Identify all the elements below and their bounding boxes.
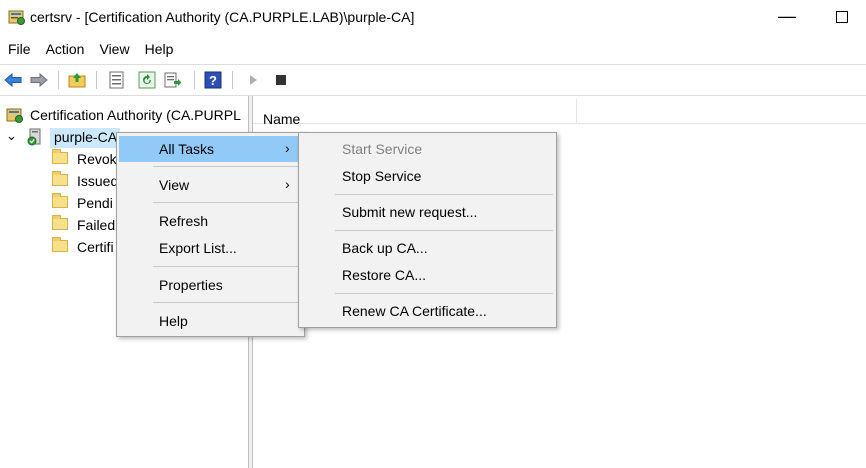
svg-text:?: ? — [209, 73, 217, 88]
tree-root-label: Certification Authority (CA.PURPL — [30, 107, 241, 123]
menu-item-properties[interactable]: Properties — [119, 272, 302, 298]
help-icon[interactable]: ? — [204, 71, 222, 89]
menu-item-start-service[interactable]: Start Service — [301, 136, 554, 162]
menu-item-stop-service[interactable]: Stop Service — [301, 163, 554, 189]
menu-file[interactable]: File — [0, 38, 38, 62]
menu-bar: File Action View Help — [0, 38, 866, 62]
up-folder-icon[interactable] — [68, 71, 86, 89]
refresh-icon[interactable] — [138, 71, 156, 89]
folder-icon — [52, 149, 68, 164]
menu-item-restore-ca[interactable]: Restore CA... — [301, 262, 554, 288]
certsrv-app-icon — [8, 8, 26, 26]
chevron-right-icon: › — [285, 140, 290, 156]
menu-help[interactable]: Help — [137, 38, 181, 62]
chevron-right-icon: › — [285, 176, 290, 192]
tree-item-root[interactable]: Certification Authority (CA.PURPL — [6, 104, 248, 126]
back-arrow-icon[interactable] — [4, 71, 22, 89]
start-service-icon[interactable] — [244, 71, 262, 89]
minimize-button[interactable]: — — [772, 4, 802, 30]
toolbar: ? — [0, 64, 866, 96]
menu-item-help[interactable]: Help — [119, 308, 302, 334]
folder-icon — [52, 171, 68, 186]
chevron-down-icon[interactable]: ⌄ — [6, 128, 17, 144]
forward-arrow-icon[interactable] — [30, 71, 48, 89]
menu-item-view[interactable]: View › — [119, 172, 302, 198]
context-menu: All Tasks › View › Refresh Export List..… — [116, 132, 305, 337]
column-divider[interactable] — [576, 99, 577, 123]
menu-item-back-up-ca[interactable]: Back up CA... — [301, 235, 554, 261]
folder-icon — [52, 193, 68, 208]
column-header-name[interactable]: Name — [263, 111, 300, 127]
ca-server-icon — [26, 128, 44, 146]
menu-view[interactable]: View — [91, 38, 136, 62]
tree-ca-label: purple-CA — [54, 129, 118, 145]
menu-item-submit-new-request[interactable]: Submit new request... — [301, 199, 554, 225]
title-bar: certsrv - [Certification Authority (CA.P… — [0, 0, 866, 36]
column-header-row: Name — [253, 99, 866, 127]
maximize-button[interactable] — [827, 4, 857, 30]
folder-icon — [52, 237, 68, 252]
menu-item-refresh[interactable]: Refresh — [119, 208, 302, 234]
all-tasks-submenu: Start Service Stop Service Submit new re… — [298, 132, 557, 328]
menu-item-renew-ca-certificate[interactable]: Renew CA Certificate... — [301, 298, 554, 324]
export-list-icon[interactable] — [164, 71, 182, 89]
stop-service-icon[interactable] — [272, 71, 290, 89]
certification-authority-icon — [6, 106, 24, 124]
menu-action[interactable]: Action — [38, 38, 92, 62]
menu-item-all-tasks[interactable]: All Tasks › — [119, 136, 302, 162]
window-title: certsrv - [Certification Authority (CA.P… — [30, 9, 415, 25]
menu-item-export-list[interactable]: Export List... — [119, 235, 302, 261]
properties-icon[interactable] — [108, 71, 126, 89]
folder-icon — [52, 215, 68, 230]
